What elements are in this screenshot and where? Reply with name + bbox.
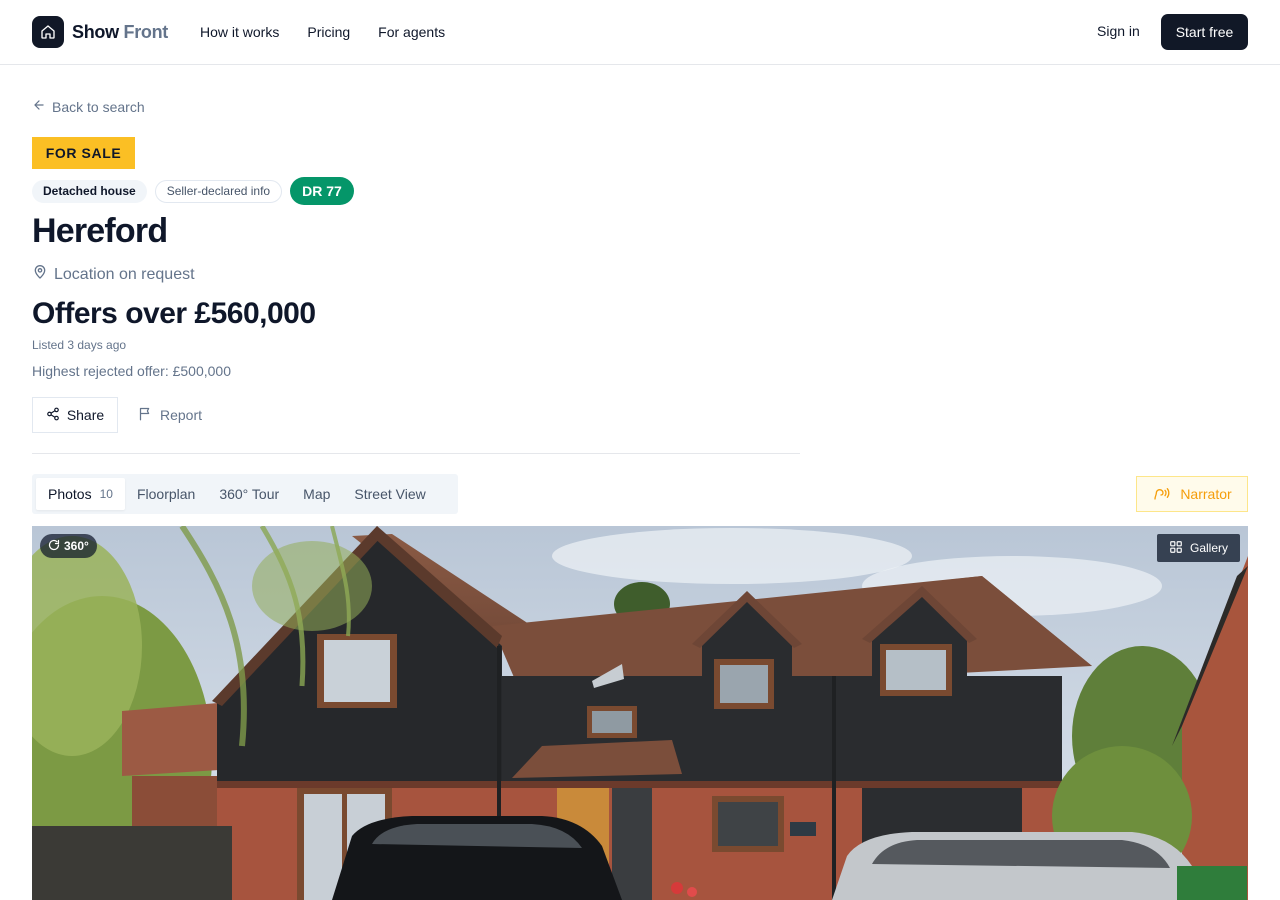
share-label: Share [66, 407, 105, 423]
nav-for-agents[interactable]: For agents [378, 24, 445, 40]
listing-location: Location on request [32, 264, 195, 285]
map-pin-icon [32, 264, 48, 285]
for-sale-tag: FOR SALE [32, 137, 135, 169]
nav-pricing[interactable]: Pricing [307, 24, 350, 40]
share-icon [46, 407, 60, 424]
media-tabs: Photos 10 Floorplan 360° Tour Map Street… [32, 474, 458, 514]
home-icon [32, 16, 64, 48]
back-label: Back to search [52, 98, 145, 115]
house-photo [32, 526, 1248, 900]
grid-icon [1169, 540, 1183, 557]
back-to-search-link[interactable]: Back to search [32, 98, 145, 115]
arrow-left-icon [32, 98, 46, 115]
tab-photos-label: Photos [48, 486, 92, 502]
listing-chips: Detached house Seller-declared info DR 7… [32, 177, 354, 205]
seller-declared-chip: Seller-declared info [154, 179, 283, 203]
tab-floorplan[interactable]: Floorplan [125, 478, 207, 510]
listing-title: Hereford [32, 212, 168, 250]
listing-price: Offers over £560,000 [32, 297, 316, 330]
tab-street-view[interactable]: Street View [342, 478, 437, 510]
property-type-chip: Detached house [32, 179, 147, 203]
report-label: Report [160, 407, 203, 423]
listed-date: Listed 3 days ago [32, 338, 127, 352]
brand-name-accent: Front [123, 21, 169, 42]
main-photo[interactable]: 360° Gallery [32, 526, 1248, 900]
flag-icon [138, 406, 153, 424]
brand-name: Show Front [72, 21, 169, 42]
highest-rejected-offer: Highest rejected offer: £500,000 [32, 363, 231, 379]
brand-logo[interactable]: Show Front [32, 16, 168, 48]
rating-badge: DR 77 [290, 177, 354, 205]
badge-360[interactable]: 360° [40, 534, 97, 558]
nav-how-it-works[interactable]: How it works [200, 24, 279, 40]
rotate-icon [48, 539, 60, 554]
site-header: Show Front How it works Pricing For agen… [0, 0, 1280, 65]
location-text: Location on request [54, 265, 195, 283]
narrator-voice-icon [1152, 485, 1170, 504]
main-nav: How it works Pricing For agents [200, 0, 445, 64]
tab-map[interactable]: Map [291, 478, 342, 510]
tab-photos[interactable]: Photos 10 [36, 478, 125, 510]
gallery-button[interactable]: Gallery [1157, 534, 1240, 562]
photo-count: 10 [99, 487, 113, 501]
tab-360-tour[interactable]: 360° Tour [207, 478, 291, 510]
narrator-label: Narrator [1180, 486, 1232, 502]
report-button[interactable]: Report [138, 397, 202, 433]
section-divider [32, 453, 800, 454]
narrator-button[interactable]: Narrator [1136, 476, 1248, 512]
share-button[interactable]: Share [32, 397, 118, 433]
sign-in-link[interactable]: Sign in [1097, 23, 1140, 39]
start-free-button[interactable]: Start free [1161, 14, 1248, 50]
badge-360-label: 360° [64, 539, 89, 553]
gallery-label: Gallery [1189, 541, 1228, 555]
